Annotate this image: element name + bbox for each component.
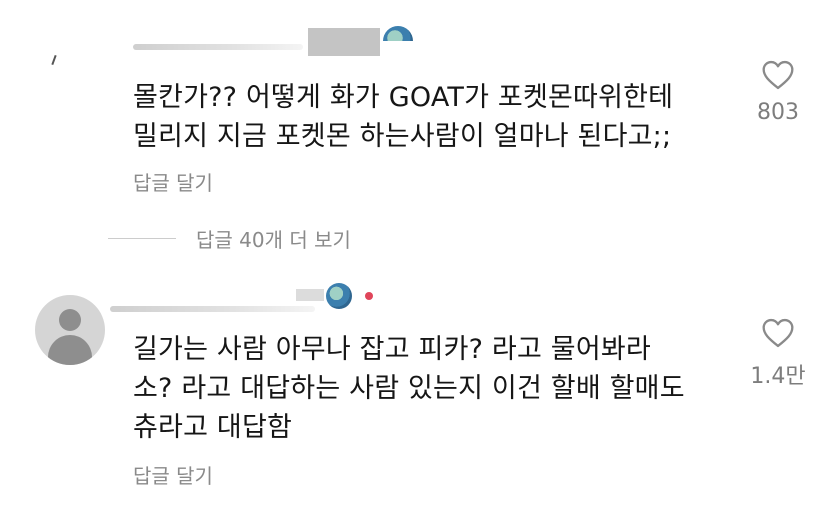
comment-1-text: 몰칸가?? 어떻게 화가 GOAT가 포켓몬따위한테 밀리지 지금 포켓몬 하는… <box>133 82 674 152</box>
default-user-avatar-icon[interactable] <box>35 295 105 365</box>
comment-1-username-blurred <box>133 44 303 50</box>
cropped-mark <box>51 54 57 66</box>
comment-1-like-count: 803 <box>757 100 799 125</box>
comment-1-user-badge-icon <box>383 26 413 41</box>
heart-outline-icon <box>762 318 794 348</box>
replies-divider-line <box>108 237 176 239</box>
comment-1-username-redaction <box>308 28 380 56</box>
comment-1-reply-button[interactable]: 답글 달기 <box>133 167 213 196</box>
comment-2-like-button[interactable]: 1.4만 <box>733 318 823 390</box>
comment-2-user-badge-icon <box>326 283 352 309</box>
comment-1-like-button[interactable]: 803 <box>733 60 823 125</box>
view-more-replies-button[interactable]: 답글 40개 더 보기 <box>108 223 351 253</box>
comment-2-like-count: 1.4만 <box>750 364 806 389</box>
comment-2-badge-dot <box>365 292 373 300</box>
comment-2-username-redaction <box>296 289 324 301</box>
comment-2-text: 길가는 사람 아무나 잡고 피카? 라고 물어봐라 소? 라고 대답하는 사람 … <box>133 334 685 443</box>
view-more-replies-label: 답글 40개 더 보기 <box>196 227 351 252</box>
comment-2-username-blurred <box>110 306 315 312</box>
comment-2-reply-button[interactable]: 답글 달기 <box>133 460 213 489</box>
heart-outline-icon <box>762 60 794 90</box>
